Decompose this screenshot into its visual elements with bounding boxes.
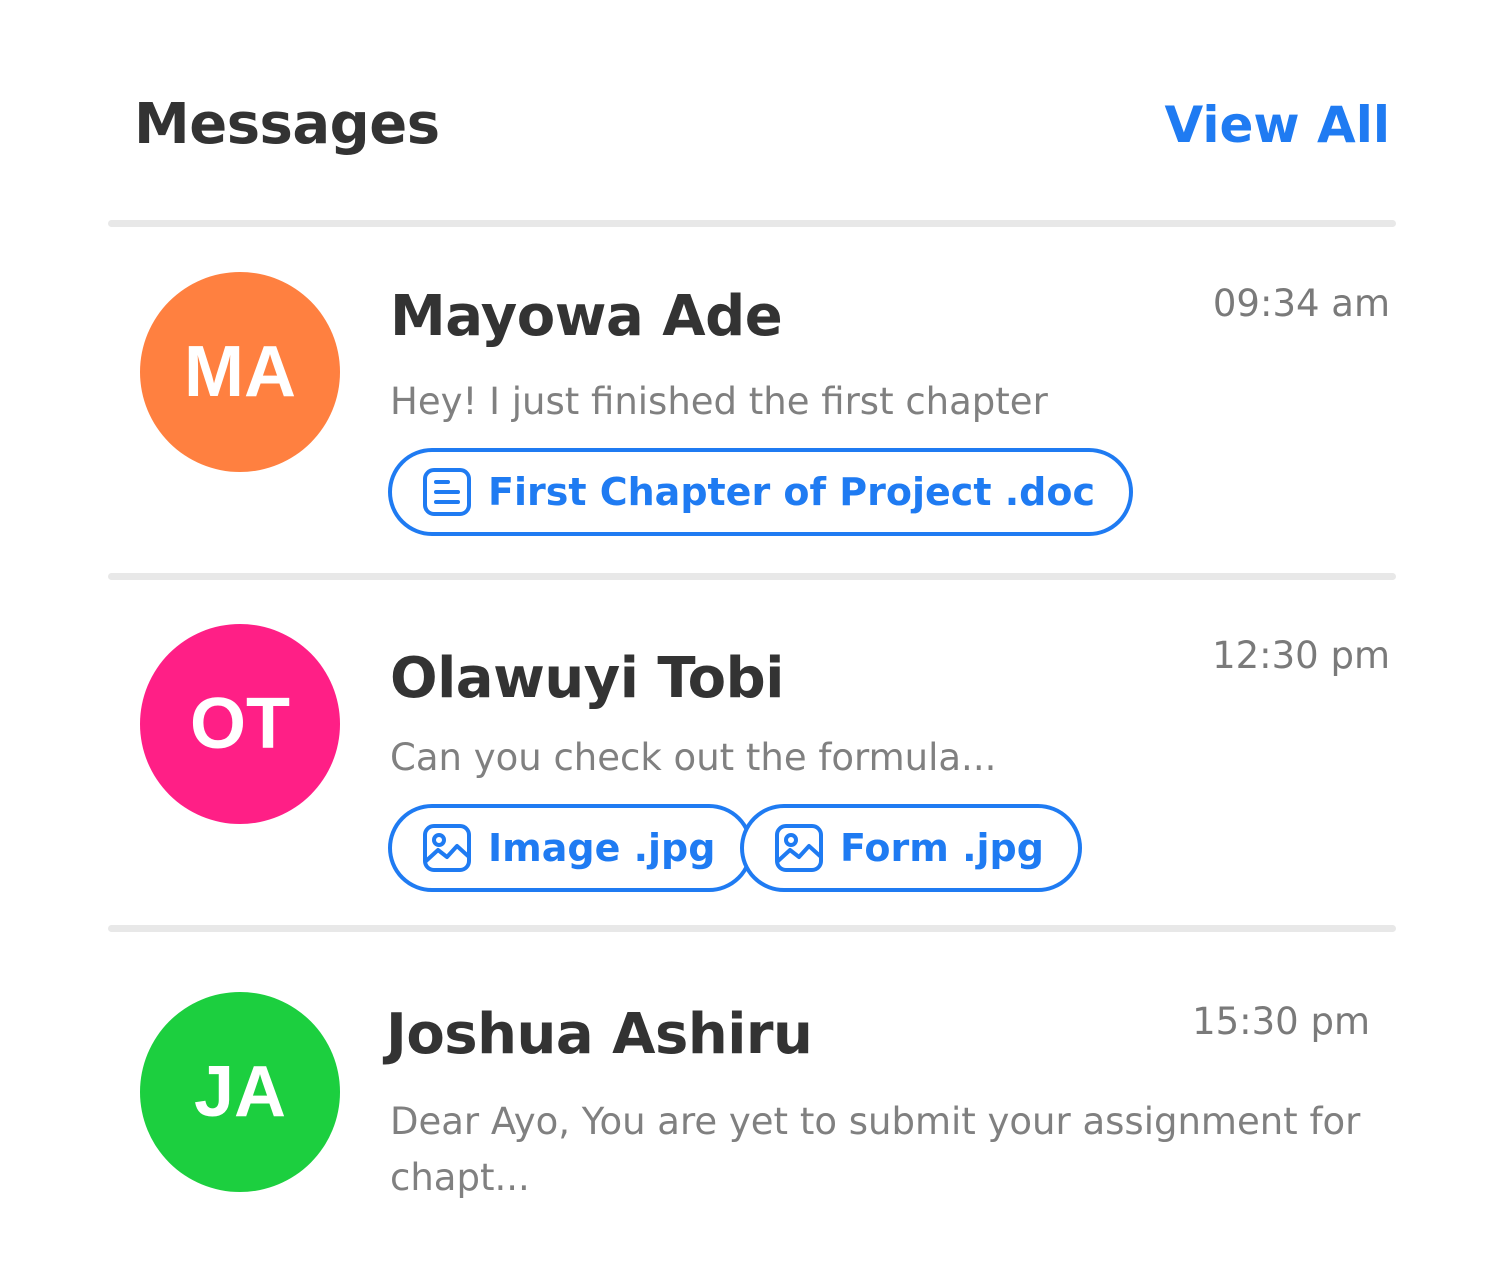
sender-name: Olawuyi Tobi	[390, 646, 784, 711]
divider	[108, 573, 1396, 580]
message-item[interactable]: JA Joshua Ashiru 15:30 pm Dear Ayo, You …	[0, 932, 1508, 1284]
view-all-link[interactable]: View All	[1165, 96, 1390, 154]
avatar: OT	[140, 624, 340, 824]
divider	[108, 925, 1396, 932]
avatar: MA	[140, 272, 340, 472]
document-icon	[423, 468, 471, 516]
message-time: 09:34 am	[1212, 282, 1390, 325]
message-time: 12:30 pm	[1212, 634, 1390, 677]
message-item[interactable]: MA Mayowa Ade 09:34 am Hey! I just finis…	[0, 228, 1508, 573]
attachment-chip[interactable]: First Chapter of Project .doc	[388, 448, 1133, 536]
message-time: 15:30 pm	[1192, 1000, 1370, 1043]
attachment-chip[interactable]: Form .jpg	[740, 804, 1082, 892]
image-icon	[423, 824, 471, 872]
page-title: Messages	[134, 92, 440, 157]
message-preview: Dear Ayo, You are yet to submit your ass…	[390, 1100, 1361, 1199]
image-icon	[775, 824, 823, 872]
sender-name: Mayowa Ade	[390, 284, 783, 349]
message-preview: Can you check out the formula...	[390, 736, 997, 779]
attachment-chip[interactable]: Image .jpg	[388, 804, 754, 892]
message-preview: Hey! I just finished the first chapter	[390, 380, 1048, 423]
attachment-label: Image .jpg	[488, 826, 716, 870]
messages-header: Messages View All	[0, 0, 1508, 220]
divider	[108, 220, 1396, 227]
avatar: JA	[140, 992, 340, 1192]
attachment-label: Form .jpg	[840, 826, 1044, 870]
attachment-label: First Chapter of Project .doc	[488, 470, 1095, 514]
message-item[interactable]: OT Olawuyi Tobi 12:30 pm Can you check o…	[0, 580, 1508, 925]
sender-name: Joshua Ashiru	[386, 1002, 813, 1067]
